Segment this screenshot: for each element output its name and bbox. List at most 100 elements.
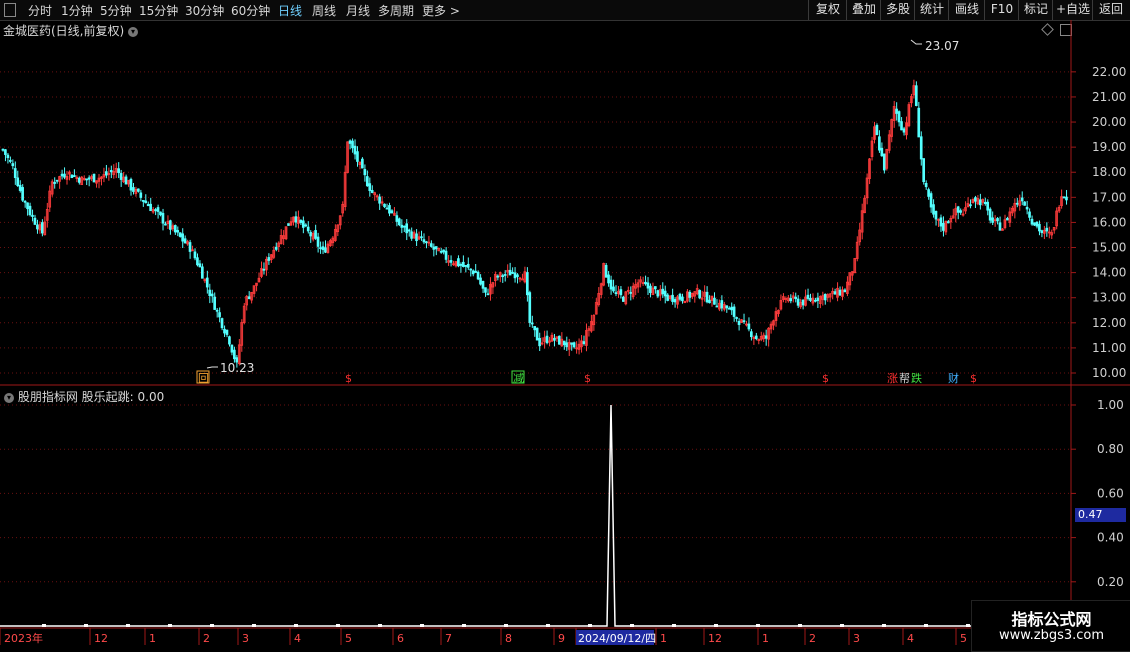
candle-body [161,212,165,224]
candle-body [422,239,426,243]
date-label: 7 [445,632,452,645]
price-tick-label: 12.00 [1092,316,1126,330]
date-label: 12 [94,632,108,645]
zero-marker [84,624,88,627]
zero-marker [966,624,970,627]
candle-body [513,272,517,279]
stock-chart[interactable]: 22.0021.0020.0019.0018.0017.0016.0015.00… [0,0,1130,650]
event-marker: $ [970,372,977,385]
candle-body [365,176,369,187]
candle-body [735,317,738,319]
candle-body [661,288,665,295]
candle-body [60,173,64,177]
candle-body [63,173,66,178]
candle-body [649,285,652,293]
candle-body [40,222,44,234]
candle-body [1023,201,1026,206]
candle-body [794,296,797,300]
candle-body [1033,222,1036,226]
candle-body [806,294,810,299]
candle-body [481,280,485,289]
candle-body [262,268,266,271]
event-marker: 帮 [899,372,910,385]
candle-body [299,219,303,223]
candle-body [439,250,443,253]
candle-body [895,108,898,114]
candle-body [914,85,918,106]
candle-body [390,210,394,214]
event-marker: 减 [513,372,524,385]
candle-body [521,278,524,281]
event-marker: $ [822,372,829,385]
candle-body [607,274,610,284]
candle-body [205,277,209,288]
candle-body [410,231,413,239]
candle-body [1062,196,1066,199]
candle-body [247,296,251,300]
candle-body [124,176,128,185]
zero-marker [210,624,214,627]
candle-body [4,149,7,155]
candle-body [287,223,290,226]
candle-body [809,297,812,301]
candle-body [368,183,372,192]
price-tick-label: 22.00 [1092,65,1126,79]
candle-body [673,299,677,303]
candle-body [978,199,982,206]
candle-body [21,187,24,201]
candle-body [351,140,354,149]
candle-body [85,178,88,181]
price-annotations: 23.07 10.23 [206,39,959,375]
candle-body [609,279,613,290]
candle-body [198,263,202,268]
candle-body [924,182,928,188]
candle-body [942,223,945,231]
candle-body [646,282,650,289]
grid-lines [0,20,1130,629]
date-label: 8 [505,632,512,645]
watermark-title: 指标公式网 [1011,610,1092,629]
candle-body [582,341,586,344]
candle-body [1040,230,1044,234]
candle-body [173,225,177,233]
candle-body [1028,211,1031,218]
candle-body [319,247,322,250]
price-tick-label: 17.00 [1092,190,1126,204]
zero-marker [924,624,928,627]
indicator-tick-label: 0.60 [1097,486,1124,500]
candle-body [678,293,682,300]
date-label: 2 [809,632,816,645]
candle-body [474,270,477,273]
candle-body [479,277,482,285]
candle-body [18,184,22,191]
zero-marker [294,624,298,627]
candle-body [400,224,404,228]
candle-body [178,232,182,237]
candle-body [713,297,716,305]
candle-body [26,202,29,210]
candle-body [538,337,541,347]
candle-body [988,208,992,221]
candle-body [28,205,32,216]
candle-body [370,190,374,193]
candle-body [688,291,692,298]
date-label: 1 [149,632,156,645]
date-cursor-label: 2024/09/12/四 [578,632,656,645]
candle-body [314,230,317,239]
candle-body [196,257,199,266]
candle-body [974,197,977,202]
candle-body [181,233,184,242]
candle-body [193,251,197,259]
candle-body [922,158,926,183]
candle-body [230,344,234,353]
candle-body [621,296,625,302]
candle-body [671,294,674,302]
zero-marker [336,624,340,627]
candle-body [1035,221,1039,227]
candle-body [471,270,475,275]
candle-body [213,296,216,310]
cursor-value-box: 0.47 [1075,508,1126,522]
candle-body [897,111,901,123]
candle-body [415,233,418,242]
candle-body [449,260,453,263]
